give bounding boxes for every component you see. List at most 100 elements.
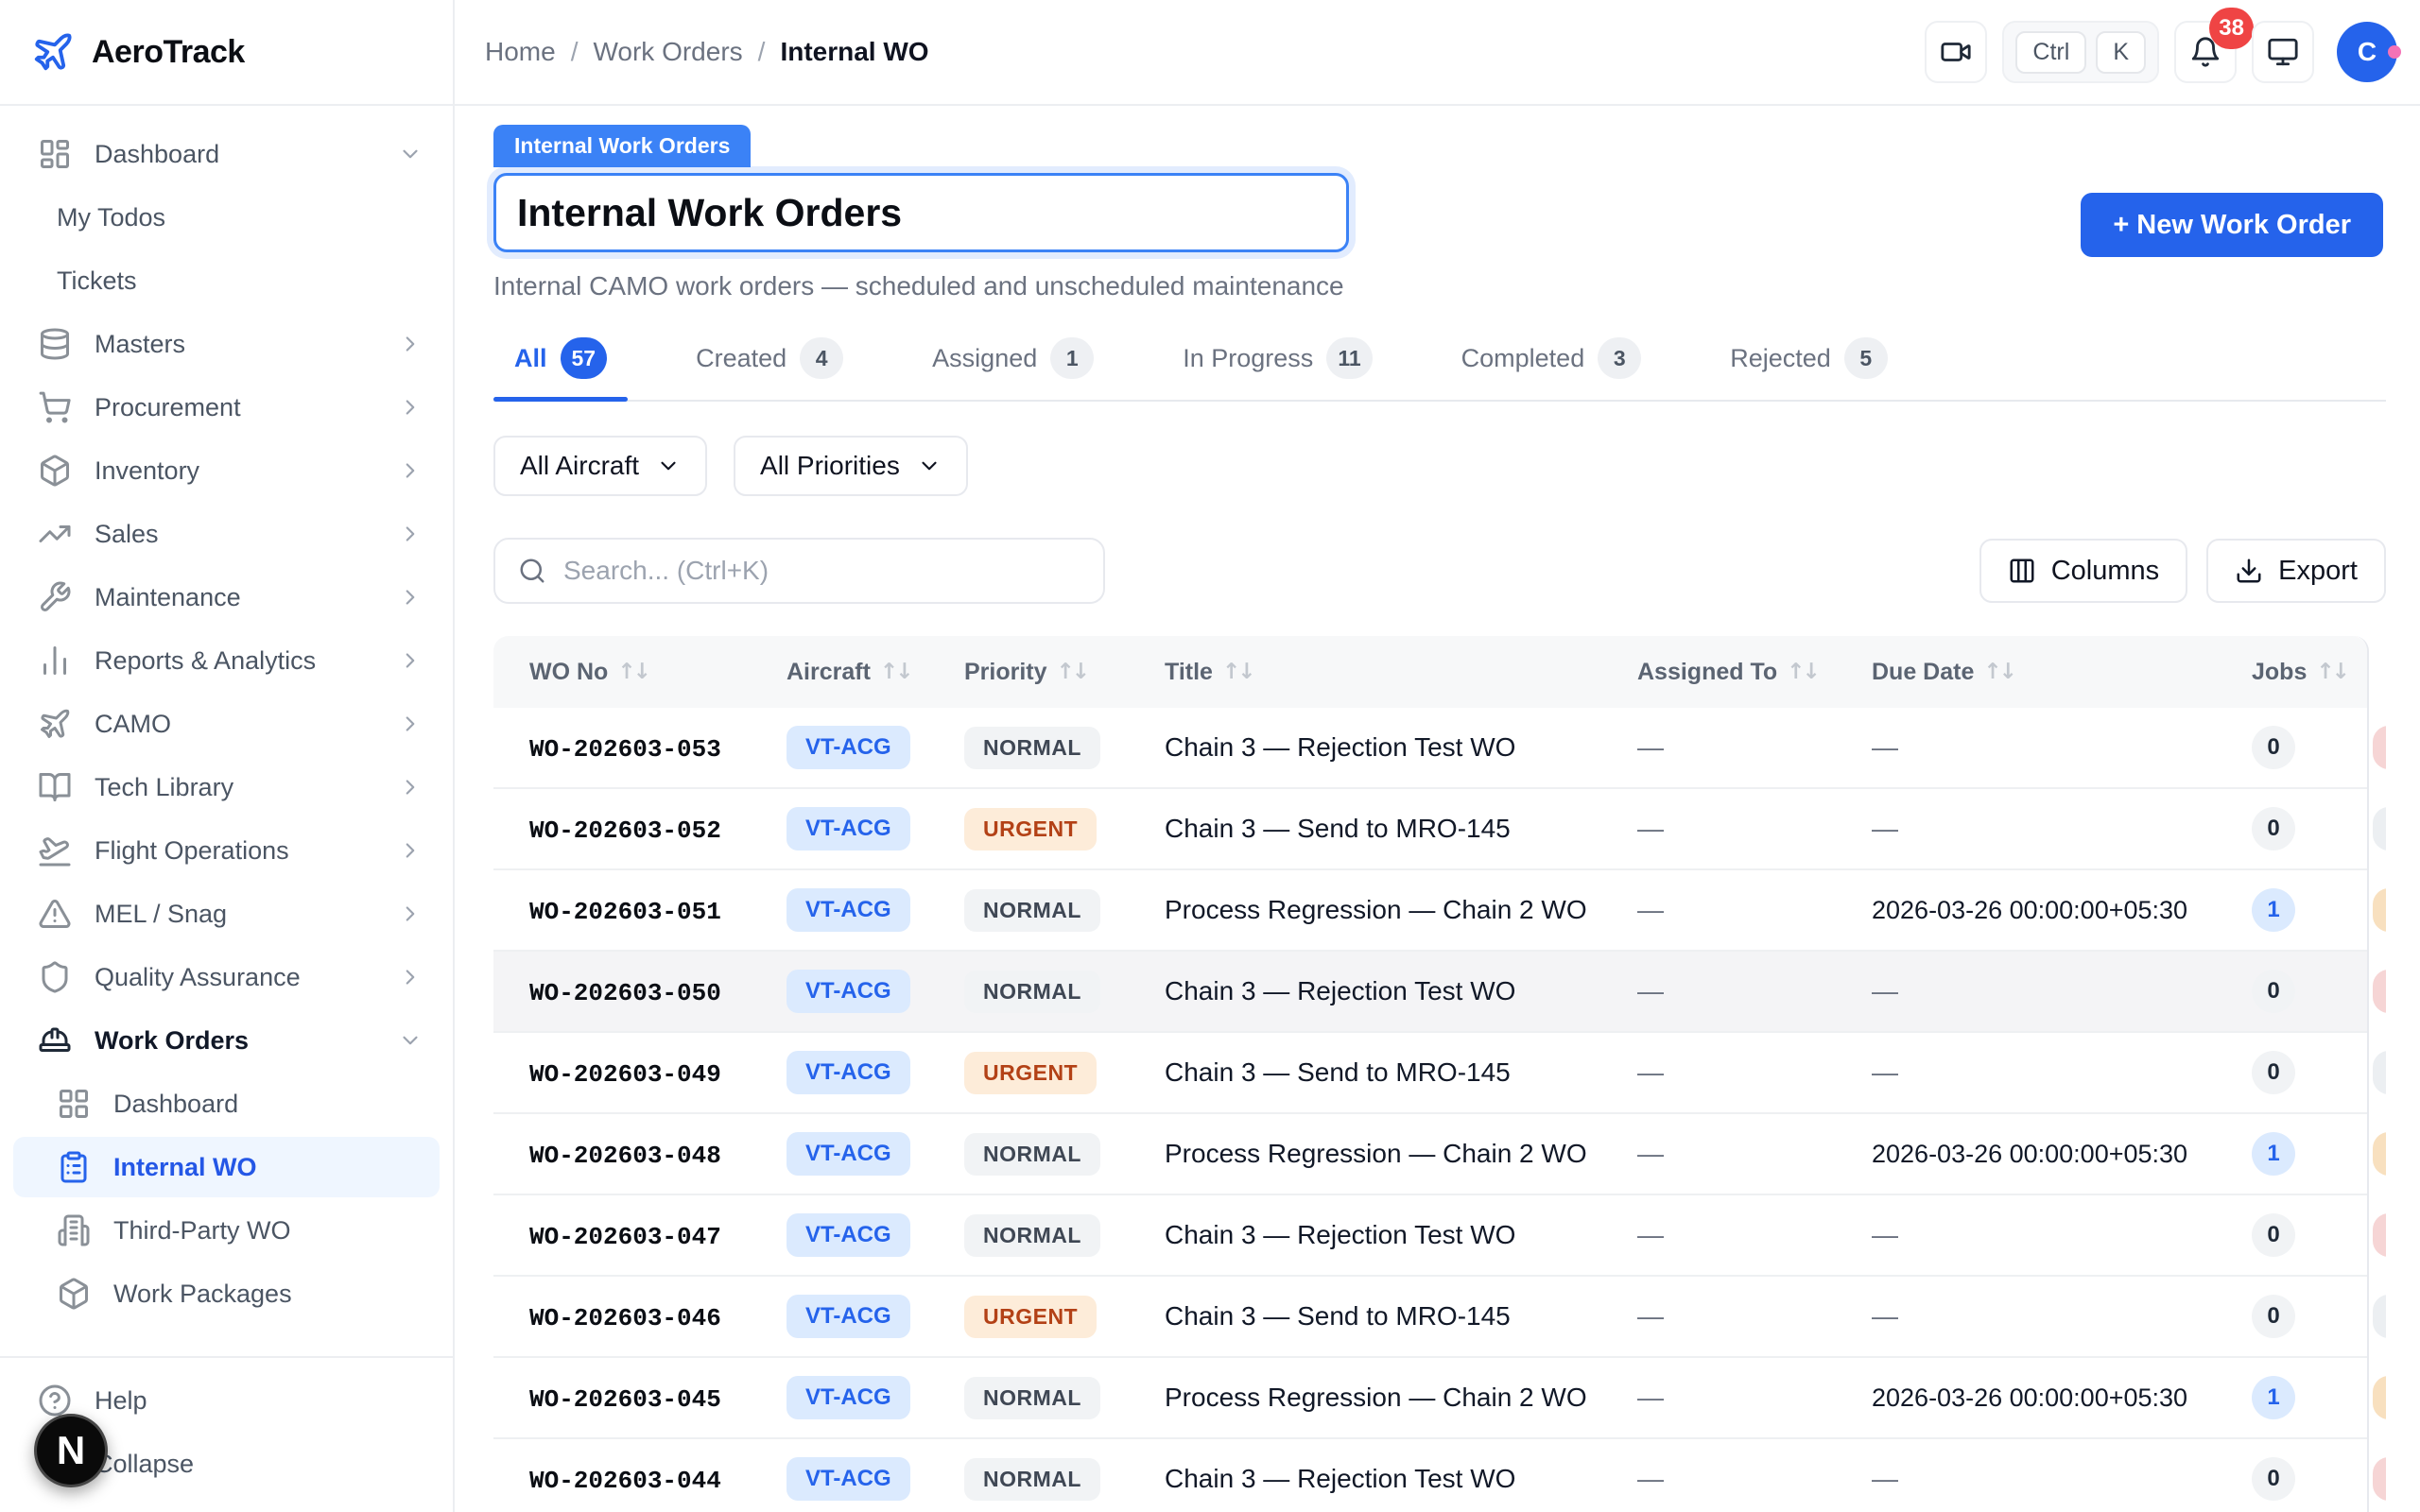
tab-in-progress[interactable]: In Progress11 [1162, 332, 1392, 400]
priority-badge: NORMAL [964, 727, 1100, 769]
column-header-wo-no[interactable]: WO No↑↓ [493, 659, 751, 686]
sidebar-item-label: Help [95, 1386, 423, 1416]
page-title-input[interactable] [493, 173, 1349, 252]
cell-priority: NORMAL [928, 889, 1129, 932]
sidebar-item-my-todos[interactable]: My Todos [13, 187, 440, 248]
sidebar-item-dashboard[interactable]: Dashboard [13, 1074, 440, 1134]
display-button[interactable] [2252, 21, 2314, 83]
command-palette-shortcut[interactable]: Ctrl K [2002, 21, 2159, 83]
sidebar-item-label: Work Orders [95, 1026, 375, 1056]
sidebar-item-work-packages[interactable]: Work Packages [13, 1263, 440, 1324]
wo-number: WO-202603-052 [529, 816, 721, 845]
priority-badge: URGENT [964, 808, 1097, 850]
table-row[interactable]: WO-202603-050VT-ACGNORMALChain 3 — Rejec… [493, 952, 2367, 1033]
sort-icon: ↑↓ [1057, 660, 1088, 684]
column-header-assigned-to[interactable]: Assigned To ↑↓ [1601, 659, 1836, 686]
assigned-to-value: — [1637, 814, 1664, 843]
cell-title: Chain 3 — Send to MRO-145 [1129, 1301, 1601, 1332]
table-row[interactable]: WO-202603-046VT-ACGURGENTChain 3 — Send … [493, 1277, 2367, 1358]
sort-icon: ↑↓ [1787, 660, 1818, 684]
sidebar-item-flight-operations[interactable]: Flight Operations [13, 820, 440, 881]
column-header-label: Priority [964, 659, 1047, 686]
search-input[interactable] [563, 556, 1080, 586]
sidebar-item-dashboard[interactable]: Dashboard [13, 124, 440, 184]
sidebar-item-maintenance[interactable]: Maintenance [13, 567, 440, 627]
sidebar-item-label: Tickets [57, 266, 423, 296]
tab-rejected[interactable]: Rejected5 [1709, 332, 1909, 400]
table-row[interactable]: WO-202603-044VT-ACGNORMALChain 3 — Rejec… [493, 1439, 2367, 1512]
assigned-to-value: — [1637, 1383, 1664, 1412]
sidebar-item-third-party-wo[interactable]: Third-Party WO [13, 1200, 440, 1261]
cell-due-date: — [1836, 1220, 2216, 1250]
tab-all[interactable]: All57 [493, 332, 628, 400]
sidebar-item-tech-library[interactable]: Tech Library [13, 757, 440, 817]
sidebar-item-tickets[interactable]: Tickets [13, 250, 440, 311]
building-icon [57, 1213, 91, 1247]
column-header-label: Assigned To [1637, 659, 1777, 686]
breadcrumb-current: Internal WO [780, 37, 928, 67]
filter-all-priorities[interactable]: All Priorities [734, 436, 968, 496]
table-header-row: WO No↑↓Aircraft↑↓Priority↑↓Title↑↓Assign… [493, 636, 2367, 708]
column-header-priority[interactable]: Priority ↑↓ [928, 659, 1129, 686]
table-row[interactable]: WO-202603-048VT-ACGNORMALProcess Regress… [493, 1114, 2367, 1195]
wo-title: Chain 3 — Rejection Test WO [1165, 1464, 1515, 1493]
video-button[interactable] [1925, 21, 1987, 83]
search-box[interactable] [493, 538, 1105, 604]
box-icon [38, 454, 72, 488]
chevron-right-icon [398, 965, 423, 989]
priority-badge: NORMAL [964, 1214, 1100, 1257]
layout-dashboard-icon [38, 137, 72, 171]
sidebar-item-quality-assurance[interactable]: Quality Assurance [13, 947, 440, 1007]
export-button-label: Export [2278, 556, 2358, 587]
sidebar-item-mel-snag[interactable]: MEL / Snag [13, 884, 440, 944]
wo-number: WO-202603-046 [529, 1304, 721, 1332]
breadcrumb-work-orders[interactable]: Work Orders [593, 37, 742, 67]
table-row[interactable]: WO-202603-049VT-ACGURGENTChain 3 — Send … [493, 1033, 2367, 1114]
sidebar-item-masters[interactable]: Masters [13, 314, 440, 374]
cell-priority: NORMAL [928, 971, 1129, 1013]
sidebar-item-reports-analytics[interactable]: Reports & Analytics [13, 630, 440, 691]
column-header-jobs[interactable]: Jobs↑↓ [2216, 659, 2367, 686]
column-header-aircraft[interactable]: Aircraft↑↓ [751, 659, 928, 686]
avatar[interactable]: C [2337, 22, 2397, 82]
sidebar-item-internal-wo[interactable]: Internal WO [13, 1137, 440, 1197]
sidebar-item-work-orders[interactable]: Work Orders [13, 1010, 440, 1071]
cell-due-date: 2026-03-26 00:00:00+05:30 [1836, 1383, 2216, 1413]
tab-completed[interactable]: Completed3 [1441, 332, 1663, 400]
table-row[interactable]: WO-202603-047VT-ACGNORMALChain 3 — Rejec… [493, 1195, 2367, 1277]
cell-wo-no: WO-202603-045 [493, 1383, 751, 1414]
new-work-order-button[interactable]: + New Work Order [2081, 193, 2383, 257]
column-header-label: Title [1165, 659, 1213, 686]
notifications-button[interactable]: 38 [2174, 21, 2237, 83]
column-header-due-date[interactable]: Due Date↑↓ [1836, 659, 2216, 686]
tab-assigned[interactable]: Assigned1 [911, 332, 1115, 400]
jobs-count-badge: 1 [2252, 1376, 2295, 1419]
nextjs-dev-badge[interactable]: N [34, 1414, 108, 1487]
brand[interactable]: AeroTrack [0, 0, 453, 106]
table-row[interactable]: WO-202603-045VT-ACGNORMALProcess Regress… [493, 1358, 2367, 1439]
sidebar-item-label: Dashboard [95, 140, 375, 169]
table-row[interactable]: WO-202603-053VT-ACGNORMALChain 3 — Rejec… [493, 708, 2367, 789]
sidebar-item-label: Dashboard [113, 1090, 423, 1119]
filter-all-aircraft[interactable]: All Aircraft [493, 436, 707, 496]
sidebar-item-camo[interactable]: CAMO [13, 694, 440, 754]
tab-created[interactable]: Created4 [675, 332, 864, 400]
avatar-status-dot [2388, 45, 2401, 59]
sidebar-item-inventory[interactable]: Inventory [13, 440, 440, 501]
chevron-right-icon [398, 712, 423, 736]
table-row[interactable]: WO-202603-052VT-ACGURGENTChain 3 — Send … [493, 789, 2367, 870]
sidebar-item-label: MEL / Snag [95, 900, 375, 929]
priority-badge: URGENT [964, 1296, 1097, 1338]
column-header-title[interactable]: Title↑↓ [1129, 659, 1601, 686]
columns-button[interactable]: Columns [1979, 539, 2187, 603]
sidebar-item-procurement[interactable]: Procurement [13, 377, 440, 438]
chevron-right-icon [398, 775, 423, 799]
table-row[interactable]: WO-202603-051VT-ACGNORMALProcess Regress… [493, 870, 2367, 952]
sidebar-item-sales[interactable]: Sales [13, 504, 440, 564]
export-button[interactable]: Export [2206, 539, 2386, 603]
tab-label: All [514, 344, 547, 373]
status-badge-clipped [2373, 807, 2386, 850]
breadcrumb-home[interactable]: Home [485, 37, 556, 67]
cell-aircraft: VT-ACG [751, 1457, 928, 1501]
cell-title: Process Regression — Chain 2 WO [1129, 895, 1601, 925]
